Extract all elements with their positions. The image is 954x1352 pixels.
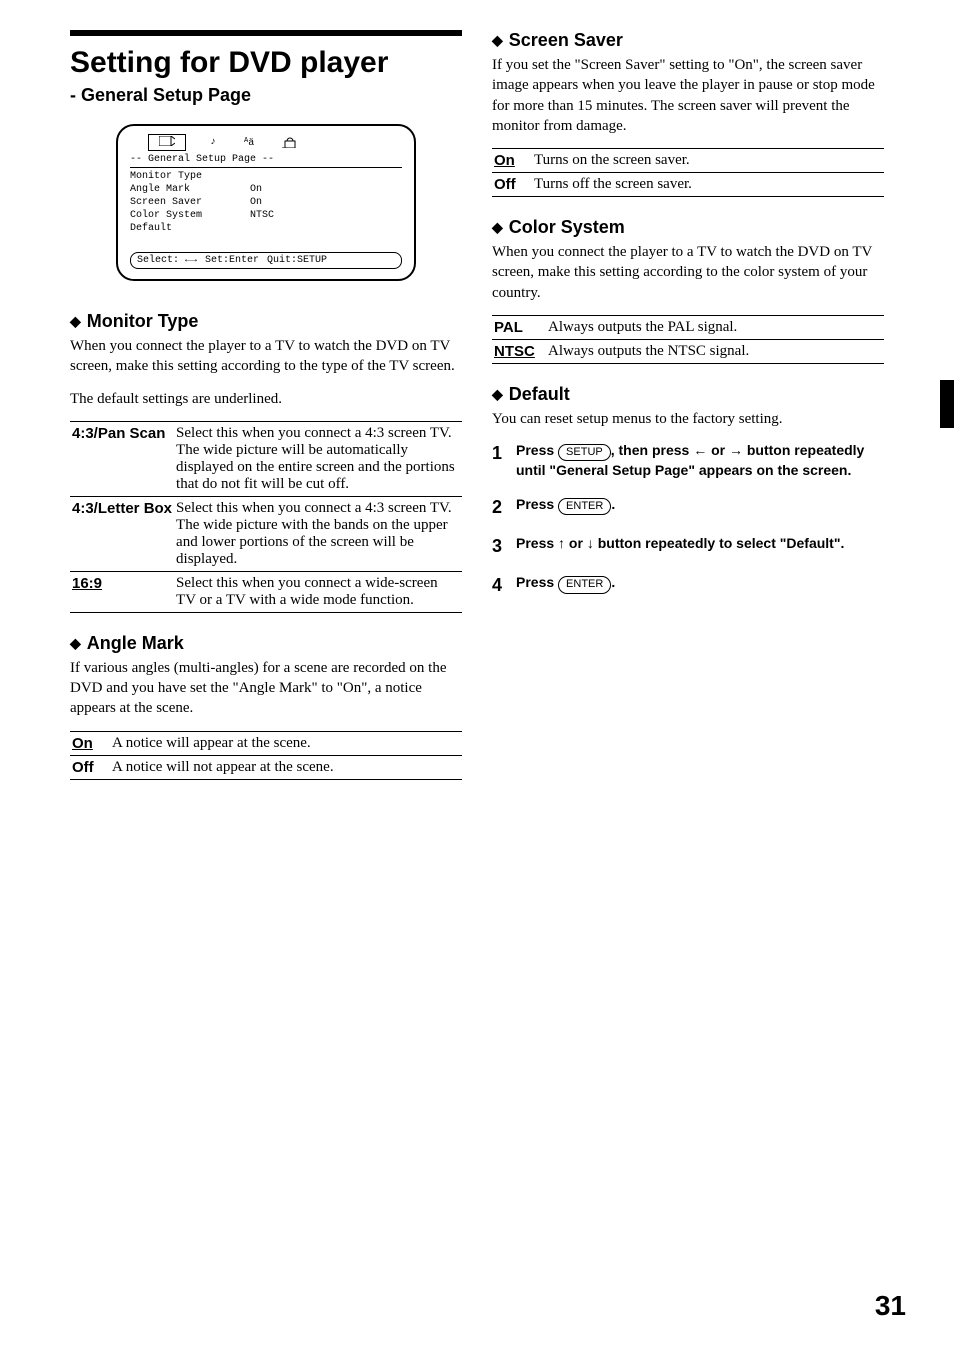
page-edge-tab <box>940 380 954 428</box>
osd-tab-language-icon: Aä <box>240 135 258 150</box>
color-system-desc: When you connect the player to a TV to w… <box>492 242 884 303</box>
diamond-icon: ◆ <box>70 635 81 652</box>
heading-default: ◆ Default <box>492 384 884 405</box>
step-1: 1 Press SETUP, then press ← or → button … <box>492 441 884 481</box>
osd-tab-audio-icon: ♪ <box>206 135 220 150</box>
arrow-left-icon: ← <box>693 442 707 458</box>
heading-angle-mark: ◆ Angle Mark <box>70 633 462 654</box>
enter-key: ENTER <box>558 576 611 593</box>
default-settings-note: The default settings are underlined. <box>70 389 462 409</box>
table-row: NTSC Always outputs the NTSC signal. <box>492 339 884 363</box>
screen-saver-table: On Turns on the screen saver. Off Turns … <box>492 148 884 197</box>
osd-footer: Select: ←→ Set:Enter Quit:SETUP <box>130 252 402 269</box>
page-number: 31 <box>875 1290 906 1322</box>
enter-key: ENTER <box>558 498 611 515</box>
step-4: 4 Press ENTER. <box>492 573 884 598</box>
table-row: 16:9 Select this when you connect a wide… <box>70 571 462 612</box>
table-row: Off A notice will not appear at the scen… <box>70 755 462 779</box>
default-steps: 1 Press SETUP, then press ← or → button … <box>492 441 884 599</box>
table-row: On A notice will appear at the scene. <box>70 731 462 755</box>
osd-preview: ♪ Aä -- General Setup Page -- Monitor Ty… <box>116 124 416 281</box>
osd-title: -- General Setup Page -- <box>130 153 402 168</box>
table-row: On Turns on the screen saver. <box>492 149 884 173</box>
table-row: Off Turns off the screen saver. <box>492 173 884 197</box>
section-rule <box>70 30 462 36</box>
diamond-icon: ◆ <box>492 219 503 236</box>
table-row: PAL Always outputs the PAL signal. <box>492 315 884 339</box>
angle-mark-table: On A notice will appear at the scene. Of… <box>70 731 462 780</box>
table-row: 4:3/Pan Scan Select this when you connec… <box>70 421 462 496</box>
heading-color-system: ◆ Color System <box>492 217 884 238</box>
diamond-icon: ◆ <box>492 32 503 49</box>
monitor-type-desc: When you connect the player to a TV to w… <box>70 336 462 377</box>
osd-body: Monitor Type Angle MarkOn Screen SaverOn… <box>130 170 402 248</box>
arrow-up-icon: ↑ <box>558 535 565 551</box>
arrow-right-icon: → <box>729 442 743 458</box>
default-desc: You can reset setup menus to the factory… <box>492 409 884 429</box>
monitor-type-table: 4:3/Pan Scan Select this when you connec… <box>70 421 462 613</box>
osd-tab-general-icon <box>148 134 186 151</box>
main-title: Setting for DVD player <box>70 46 462 79</box>
step-3: 3 Press ↑ or ↓ button repeatedly to sele… <box>492 534 884 559</box>
heading-monitor-type: ◆ Monitor Type <box>70 311 462 332</box>
diamond-icon: ◆ <box>70 313 81 330</box>
setup-key: SETUP <box>558 444 611 461</box>
step-2: 2 Press ENTER. <box>492 495 884 520</box>
table-row: 4:3/Letter Box Select this when you conn… <box>70 496 462 571</box>
diamond-icon: ◆ <box>492 386 503 403</box>
heading-screen-saver: ◆ Screen Saver <box>492 30 884 51</box>
screen-saver-desc: If you set the "Screen Saver" setting to… <box>492 55 884 136</box>
angle-mark-desc: If various angles (multi-angles) for a s… <box>70 658 462 719</box>
arrow-down-icon: ↓ <box>587 535 594 551</box>
osd-tab-lock-icon <box>278 135 300 151</box>
color-system-table: PAL Always outputs the PAL signal. NTSC … <box>492 315 884 364</box>
subtitle: - General Setup Page <box>70 85 462 106</box>
